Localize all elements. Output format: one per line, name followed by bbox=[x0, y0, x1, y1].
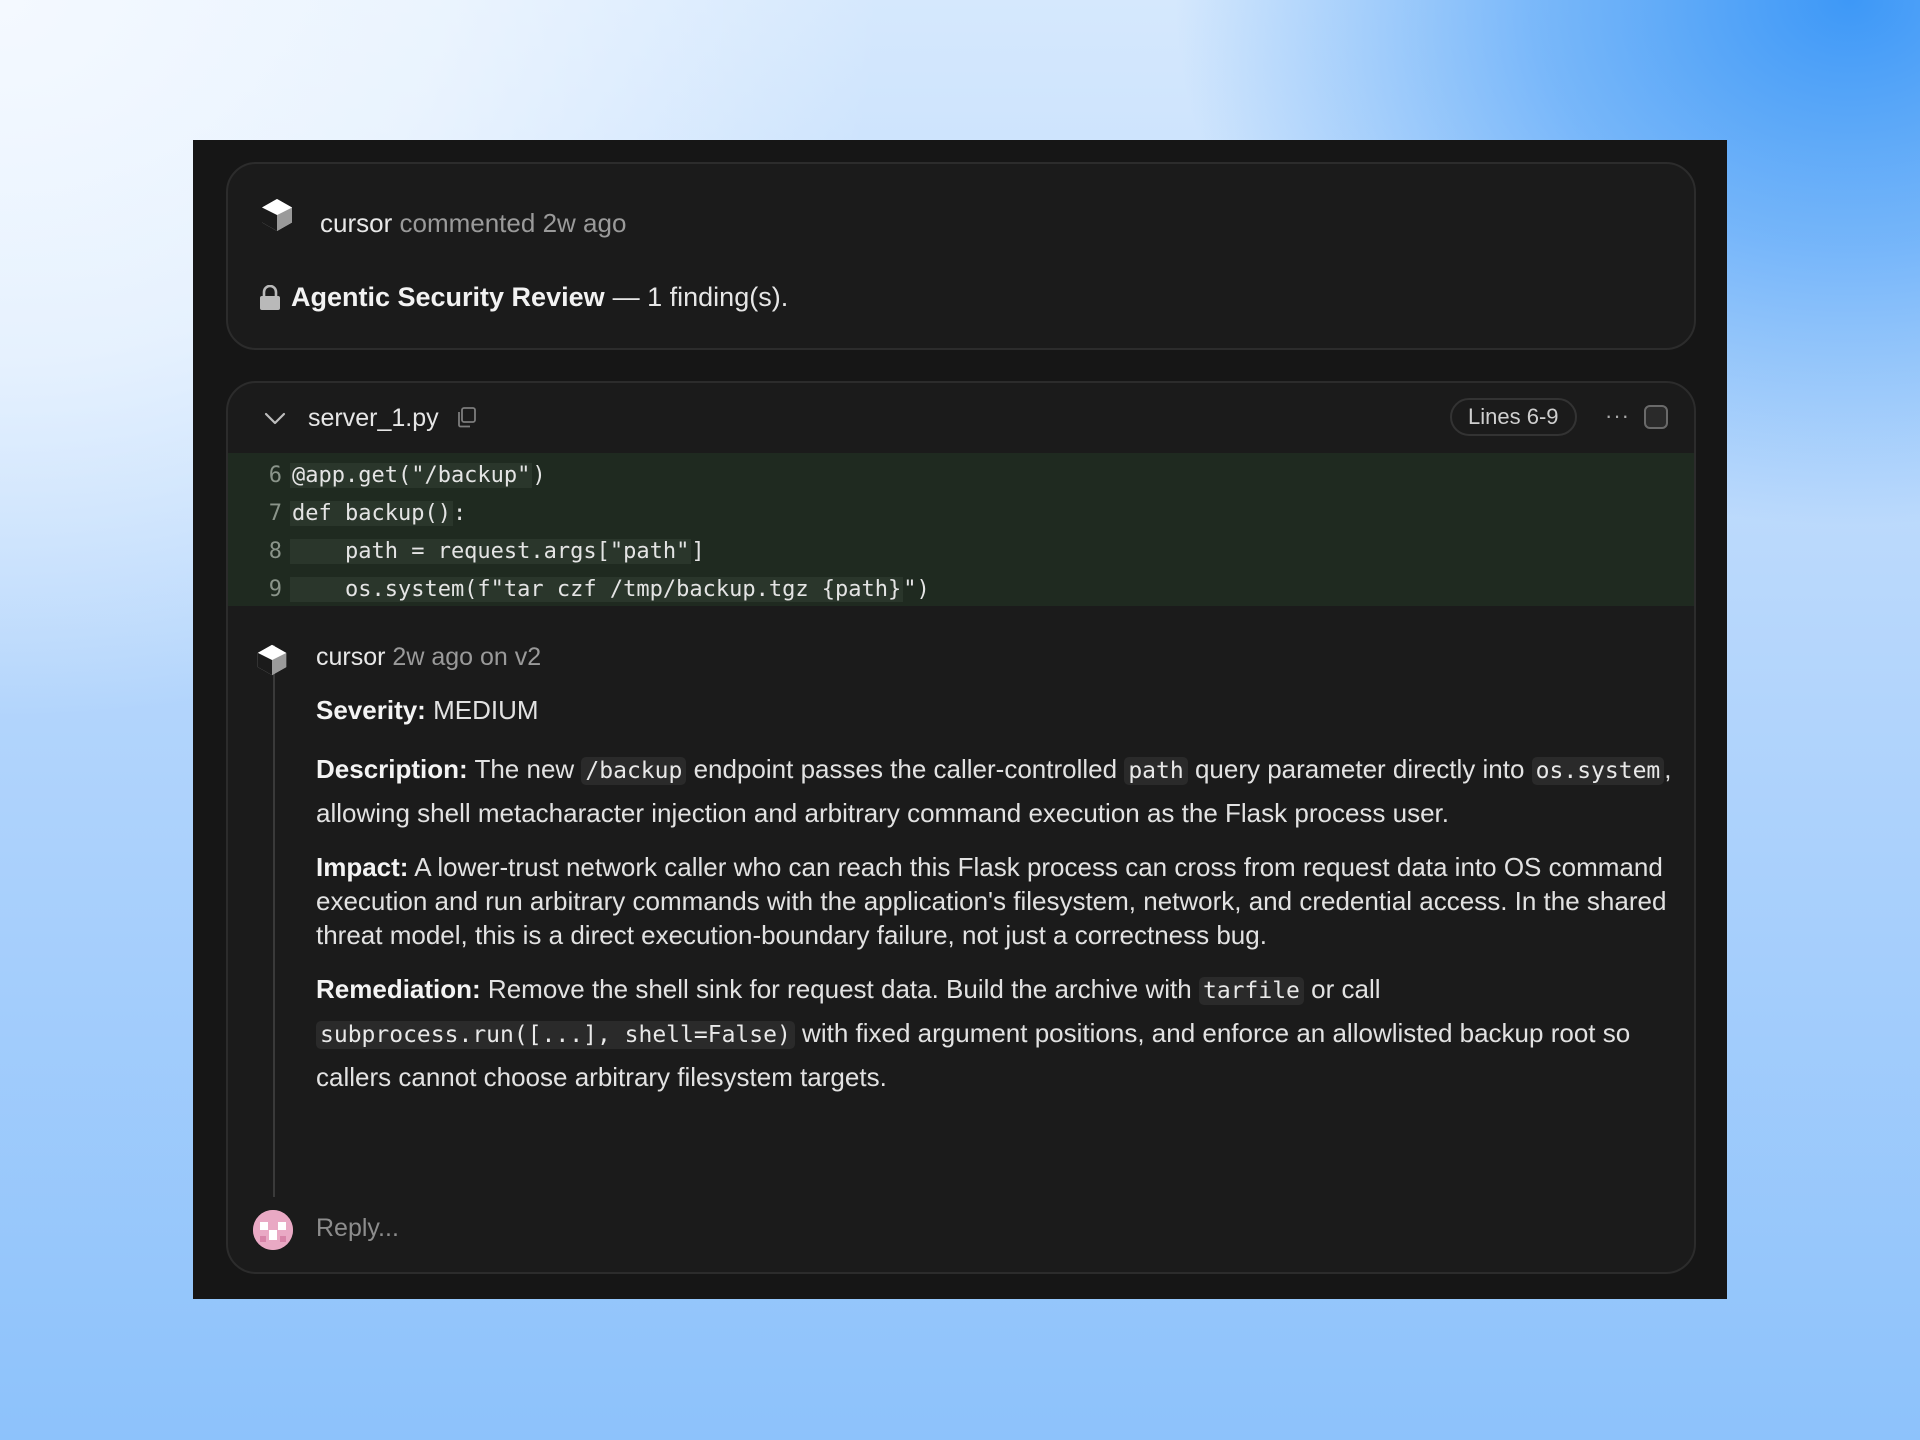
file-name[interactable]: server_1.py bbox=[308, 404, 439, 433]
code-line: 7 def backup(): bbox=[228, 494, 1694, 532]
more-options-icon[interactable]: ··· bbox=[1605, 405, 1630, 427]
description-text: endpoint passes the caller-controlled bbox=[693, 754, 1118, 784]
inline-code: subprocess.run([...], shell=False) bbox=[316, 1021, 795, 1049]
inline-code: path bbox=[1124, 757, 1188, 785]
comment-title: Agentic Security Review — 1 finding(s). bbox=[259, 282, 788, 313]
line-number: 6 bbox=[268, 462, 282, 488]
review-title: Agentic Security Review bbox=[291, 282, 605, 312]
code-text: path = request.args["path" bbox=[290, 538, 692, 564]
comment-card: cursor commented 2w ago Agentic Security… bbox=[226, 162, 1696, 350]
comment-time[interactable]: 2w ago bbox=[543, 208, 627, 238]
code-snippet: 6 @app.get("/backup") 7 def backup(): 8 … bbox=[228, 453, 1694, 606]
code-text: @app.get("/backup" bbox=[290, 462, 533, 488]
avatar-pattern-icon bbox=[253, 1210, 293, 1250]
inline-code: tarfile bbox=[1198, 977, 1304, 1005]
remediation-label: Remediation: bbox=[316, 974, 481, 1004]
description-text: The new bbox=[474, 754, 575, 784]
description-text: query parameter directly into bbox=[1194, 754, 1525, 784]
reply-author[interactable]: cursor bbox=[316, 643, 385, 671]
cursor-logo-icon bbox=[257, 644, 287, 676]
file-thread-card: server_1.py Lines 6-9 ··· 6 @app.get("/b… bbox=[226, 381, 1696, 1274]
resolve-checkbox[interactable] bbox=[1644, 405, 1668, 429]
comment-window: cursor commented 2w ago Agentic Security… bbox=[193, 140, 1727, 1299]
severity-paragraph: Severity: MEDIUM bbox=[316, 688, 1676, 732]
review-summary: — 1 finding(s). bbox=[612, 282, 789, 312]
impact-paragraph: Impact: A lower-trust network caller who… bbox=[316, 850, 1676, 952]
comment-author[interactable]: cursor bbox=[320, 208, 392, 238]
reply-header: cursor 2w ago on v2 bbox=[316, 643, 541, 672]
finding-body: Severity: MEDIUM Description: The new /b… bbox=[316, 688, 1676, 1114]
lines-badge[interactable]: Lines 6-9 bbox=[1450, 398, 1577, 436]
lock-icon bbox=[260, 284, 280, 310]
code-line: 6 @app.get("/backup") bbox=[228, 456, 1694, 494]
code-line: 9 os.system(f"tar czf /tmp/backup.tgz {p… bbox=[228, 570, 1694, 608]
description-paragraph: Description: The new /backup endpoint pa… bbox=[316, 748, 1676, 834]
comment-header: cursor commented 2w ago bbox=[320, 208, 626, 239]
description-label: Description: bbox=[316, 754, 468, 784]
reply-meta: 2w ago on v2 bbox=[392, 643, 542, 671]
reply-input[interactable] bbox=[316, 1205, 916, 1251]
line-number: 7 bbox=[268, 500, 282, 526]
inline-code: /backup bbox=[581, 757, 687, 785]
code-text-tail: ] bbox=[691, 538, 705, 564]
remediation-text: Remove the shell sink for request data. … bbox=[487, 974, 1192, 1004]
line-number: 8 bbox=[268, 538, 282, 564]
code-text: def backup() bbox=[290, 500, 453, 526]
code-text-tail: : bbox=[452, 500, 467, 526]
avatar[interactable] bbox=[253, 1210, 293, 1250]
remediation-text: or call bbox=[1311, 974, 1381, 1004]
code-line: 8 path = request.args["path"] bbox=[228, 532, 1694, 570]
inline-code: os.system bbox=[1531, 757, 1665, 785]
file-header: server_1.py Lines 6-9 ··· bbox=[228, 383, 1694, 453]
code-text-tail: ) bbox=[532, 462, 546, 488]
thread-line bbox=[273, 645, 275, 1197]
chevron-down-icon[interactable] bbox=[262, 405, 288, 431]
code-text-tail: ") bbox=[903, 576, 930, 602]
severity-label: Severity: bbox=[316, 695, 426, 725]
impact-text: A lower-trust network caller who can rea… bbox=[316, 852, 1667, 950]
line-number: 9 bbox=[268, 576, 282, 602]
code-text: os.system(f"tar czf /tmp/backup.tgz {pat… bbox=[290, 576, 904, 602]
cursor-logo-icon bbox=[262, 199, 292, 231]
comment-action: commented bbox=[399, 208, 536, 238]
remediation-paragraph: Remediation: Remove the shell sink for r… bbox=[316, 968, 1676, 1098]
severity-value: MEDIUM bbox=[433, 695, 539, 725]
copy-icon[interactable] bbox=[455, 406, 477, 428]
impact-label: Impact: bbox=[316, 852, 409, 882]
